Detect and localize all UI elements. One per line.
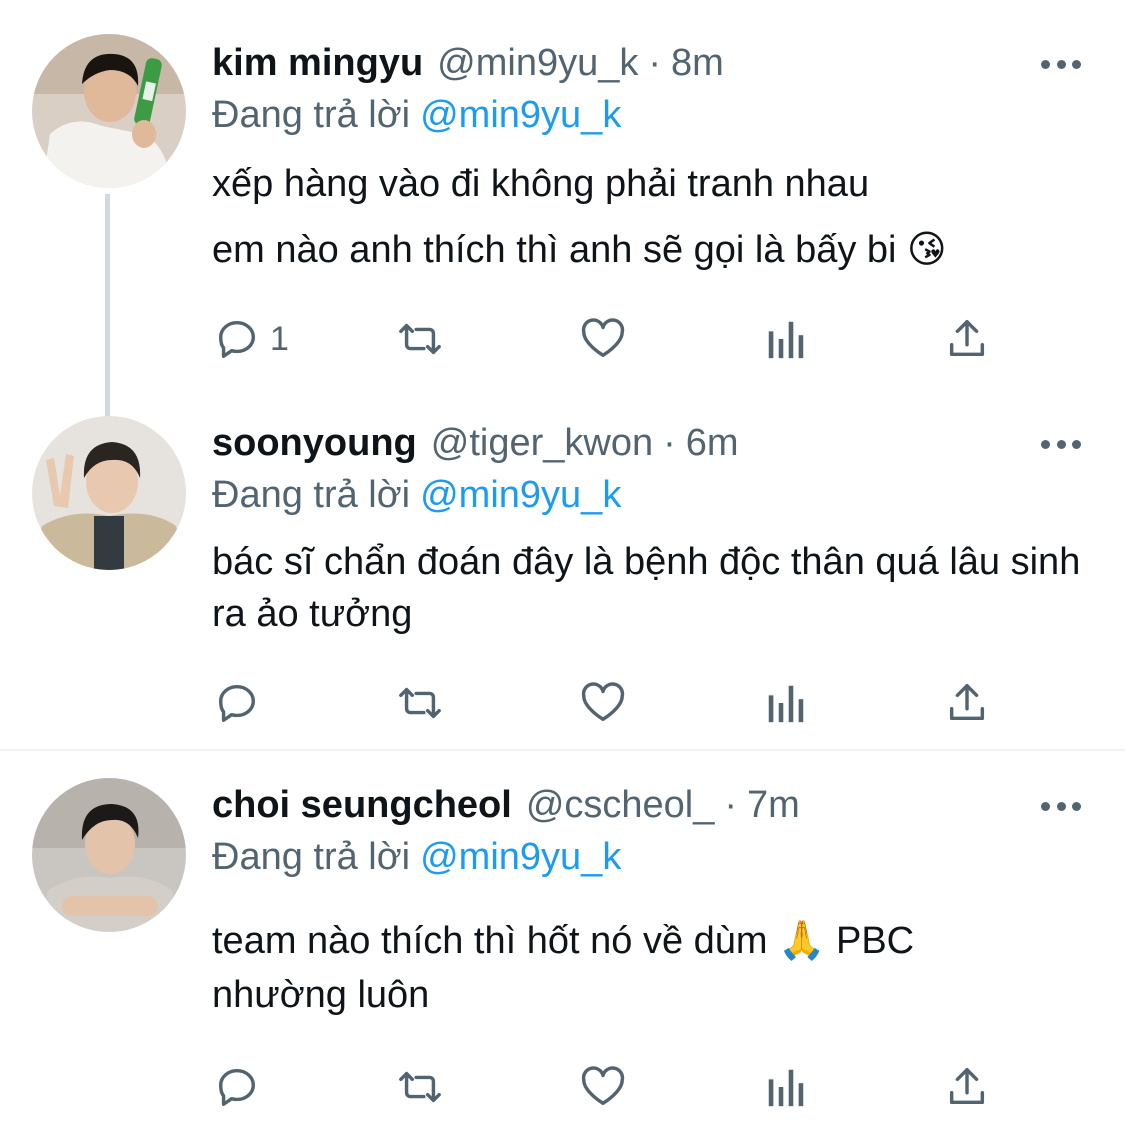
avatar[interactable]: [32, 778, 186, 932]
retweet-button[interactable]: [392, 1062, 448, 1112]
retweet-icon: [399, 687, 441, 719]
share-icon: [949, 320, 985, 357]
reply-button[interactable]: [214, 1062, 260, 1112]
reply-icon: [218, 320, 256, 358]
more-icon[interactable]: [1041, 798, 1081, 814]
replying-to: Đang trả lời @min9yu_k: [212, 94, 621, 137]
retweet-icon: [399, 1071, 441, 1103]
separator-dot: ·: [724, 784, 738, 826]
tweet-text: bác sĩ chẩn đoán đây là bệnh độc thân qu…: [212, 536, 1092, 650]
user-handle[interactable]: @cscheol_: [526, 784, 715, 827]
tweet-header: kim mingyu @min9yu_k · 8m: [212, 42, 724, 102]
timestamp[interactable]: 8m: [671, 42, 724, 85]
avatar[interactable]: [32, 416, 186, 570]
replying-to-label: Đang trả lời: [212, 474, 411, 516]
reply-icon: [218, 684, 256, 722]
views-icon: [768, 1069, 804, 1107]
reply-button[interactable]: 1: [214, 314, 289, 364]
replying-to-label: Đang trả lời: [212, 836, 411, 878]
share-button[interactable]: [944, 678, 990, 728]
share-icon: [949, 1068, 985, 1105]
reply-button[interactable]: [214, 678, 260, 728]
display-name[interactable]: kim mingyu: [212, 42, 423, 85]
share-button[interactable]: [944, 1062, 990, 1112]
views-button[interactable]: [764, 678, 808, 728]
tweet-text: team nào thích thì hốt nó về dùm 🙏 PBC n…: [212, 914, 1092, 1032]
avatar[interactable]: [32, 34, 186, 188]
retweet-icon: [399, 323, 441, 355]
tweet[interactable]: soonyoung @tiger_kwon · 6m Đang trả lời @…: [0, 416, 1125, 736]
tweet-header: choi seungcheol @cscheol_ · 7m: [212, 784, 800, 844]
separator-dot: ·: [663, 422, 676, 464]
reply-count: 1: [270, 319, 289, 358]
replying-to: Đang trả lời @min9yu_k: [212, 474, 621, 517]
heart-icon: [581, 682, 625, 722]
heart-icon: [581, 1066, 625, 1106]
tweet[interactable]: choi seungcheol @cscheol_ · 7m Đang trả …: [0, 778, 1125, 1118]
user-handle[interactable]: @min9yu_k: [437, 42, 638, 85]
views-icon: [768, 685, 804, 723]
tweet-line: em nào anh thích thì anh sẽ gọi là bấy b…: [212, 229, 947, 271]
timestamp[interactable]: 7m: [747, 784, 800, 827]
display-name[interactable]: choi seungcheol: [212, 784, 512, 827]
tweet-text: xếp hàng vào đi không phải tranh nhau em…: [212, 156, 1092, 288]
mention-link[interactable]: @min9yu_k: [420, 94, 621, 136]
display-name[interactable]: soonyoung: [212, 422, 417, 465]
replying-to-label: Đang trả lời: [212, 94, 411, 136]
more-icon[interactable]: [1041, 56, 1081, 72]
mention-link[interactable]: @min9yu_k: [420, 474, 621, 516]
replying-to: Đang trả lời @min9yu_k: [212, 836, 621, 879]
like-button[interactable]: [578, 678, 628, 728]
action-bar: [0, 678, 1125, 728]
separator-dot: ·: [648, 42, 662, 84]
views-button[interactable]: [764, 314, 808, 364]
more-icon[interactable]: [1041, 436, 1081, 452]
divider: [0, 749, 1125, 751]
like-button[interactable]: [578, 1062, 628, 1112]
mention-link[interactable]: @min9yu_k: [420, 836, 621, 878]
tweet-line: team nào thích thì hốt nó về dùm 🙏 PBC n…: [212, 920, 915, 1016]
share-icon: [949, 684, 985, 721]
timestamp[interactable]: 6m: [686, 422, 739, 465]
retweet-button[interactable]: [392, 314, 448, 364]
action-bar: [0, 1062, 1125, 1112]
views-icon: [768, 321, 804, 359]
like-button[interactable]: [578, 314, 628, 364]
reply-icon: [218, 1068, 256, 1106]
tweet-line: bác sĩ chẩn đoán đây là bệnh độc thân qu…: [212, 541, 1081, 635]
user-handle[interactable]: @tiger_kwon: [431, 422, 653, 465]
tweet-header: soonyoung @tiger_kwon · 6m: [212, 422, 739, 482]
retweet-button[interactable]: [392, 678, 448, 728]
tweet-line: xếp hàng vào đi không phải tranh nhau: [212, 163, 870, 205]
action-bar: 1: [0, 314, 1125, 364]
heart-icon: [581, 318, 625, 358]
tweet[interactable]: kim mingyu @min9yu_k · 8m Đang trả lời @m…: [0, 34, 1125, 434]
share-button[interactable]: [944, 314, 990, 364]
views-button[interactable]: [764, 1062, 808, 1112]
